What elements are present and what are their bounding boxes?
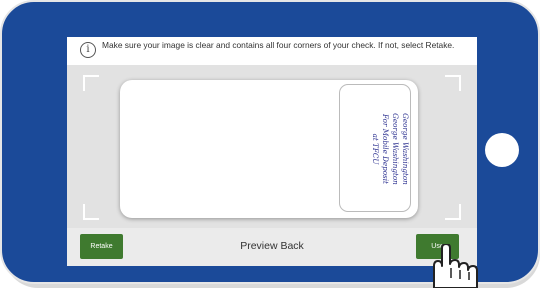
info-icon: i	[80, 42, 96, 58]
endorsement-line-1: George Washington	[401, 113, 410, 185]
check-preview-area: George Washington George Washington For …	[67, 65, 477, 228]
endorsement-signature: George Washington George Washington For …	[371, 113, 410, 185]
frame-corner-bottom-left	[83, 204, 99, 220]
instruction-bar: i Make sure your image is clear and cont…	[67, 37, 477, 65]
endorsement-line-4: at TFCU	[371, 134, 380, 166]
check-image-back: George Washington George Washington For …	[120, 80, 418, 218]
instruction-text: Make sure your image is clear and contai…	[102, 40, 455, 50]
frame-corner-bottom-right	[445, 204, 461, 220]
frame-corner-top-left	[83, 75, 99, 91]
home-button[interactable]	[485, 133, 519, 167]
hand-pointer-icon	[433, 244, 478, 288]
endorsement-line-3: For Mobile Deposit	[381, 113, 390, 184]
endorsement-area: George Washington George Washington For …	[339, 84, 411, 212]
phone-mockup: i Make sure your image is clear and cont…	[0, 0, 542, 288]
endorsement-line-2: George Washington	[391, 113, 400, 185]
app-screen: i Make sure your image is clear and cont…	[67, 37, 477, 266]
frame-corner-top-right	[445, 75, 461, 91]
